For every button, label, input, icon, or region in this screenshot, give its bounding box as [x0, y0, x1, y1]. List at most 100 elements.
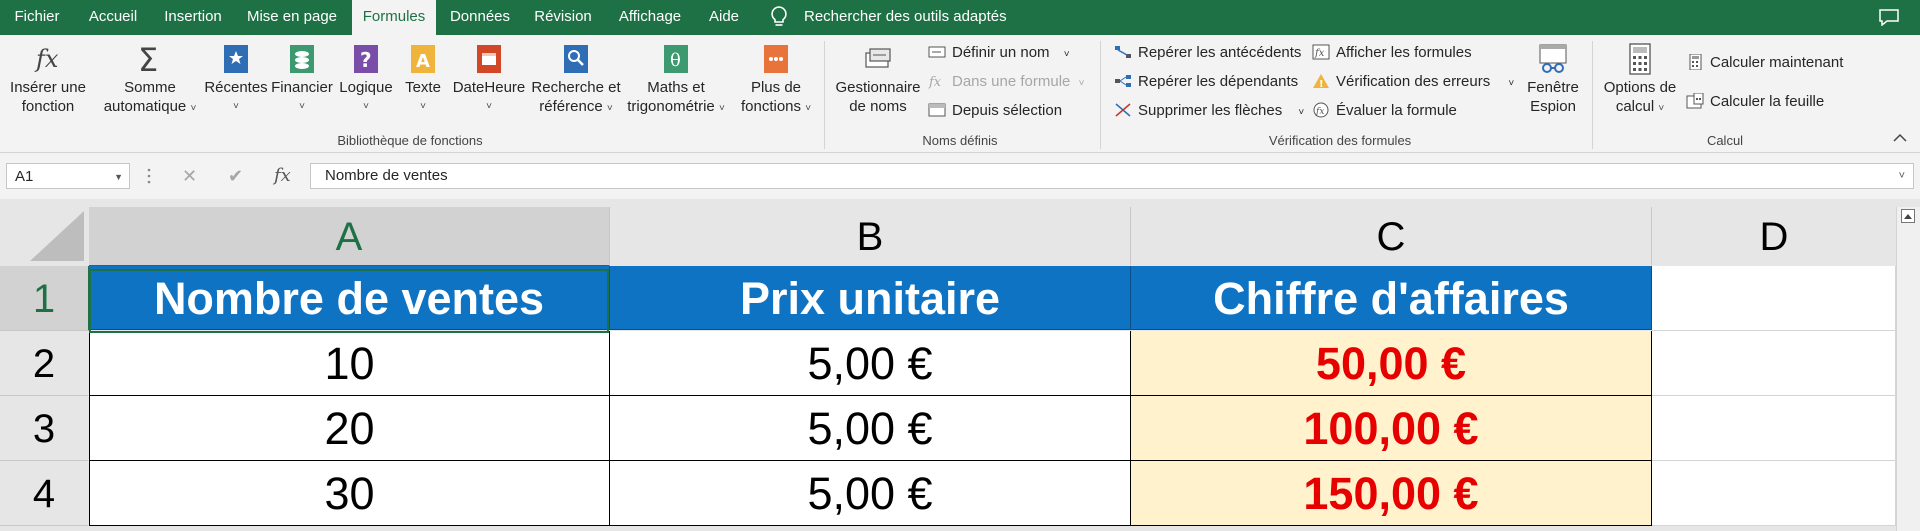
lookup-label-1: Recherche et [531, 79, 621, 96]
calc-options-label-2: calcul [1615, 98, 1655, 115]
svg-text:A: A [416, 51, 430, 72]
calc-now-button[interactable]: Calculer maintenant [1686, 52, 1843, 74]
group-separator [1100, 41, 1101, 149]
cell-d2[interactable] [1652, 331, 1896, 396]
tab-fichier[interactable]: Fichier [6, 0, 68, 35]
cell-a1[interactable]: Nombre de ventes [89, 266, 610, 330]
group-separator [1592, 41, 1593, 149]
define-name-label: Définir un nom [952, 44, 1050, 61]
glasses-icon [1539, 44, 1567, 73]
chevron-down-icon: ˅ [486, 101, 492, 112]
warning-icon: ! [1313, 74, 1329, 89]
chevron-down-icon: ˅ [190, 103, 197, 114]
name-manager-button[interactable]: Gestionnaire de noms [832, 43, 924, 116]
cell-c4[interactable]: 150,00 € [1131, 461, 1652, 526]
cell-b1[interactable]: Prix unitaire [610, 266, 1131, 330]
sigma-icon: Σ [138, 43, 158, 75]
insert-function-button[interactable]: fx Insérer une fonction [6, 43, 90, 116]
cell-b2[interactable]: 5,00 € [610, 331, 1131, 396]
tab-accueil[interactable]: Accueil [80, 0, 146, 35]
tab-mise-en-page[interactable]: Mise en page [240, 0, 344, 35]
watch-window-button[interactable]: Fenêtre Espion [1518, 43, 1588, 116]
text-functions-button[interactable]: A Texte ˅ [398, 43, 448, 116]
financial-functions-button[interactable]: Financier ˅ [270, 43, 334, 116]
cell-a4[interactable]: 30 [89, 461, 610, 526]
trace-precedents-button[interactable]: Repérer les antécédents [1114, 42, 1301, 64]
column-header-a[interactable]: A [89, 207, 610, 267]
svg-text:fx: fx [1315, 107, 1324, 117]
book-text-icon: A [411, 45, 435, 73]
svg-text:fx: fx [34, 45, 59, 73]
name-box[interactable]: A1 ▼ [6, 163, 130, 189]
collapse-ribbon-icon[interactable] [1892, 130, 1908, 146]
name-box-value: A1 [15, 168, 34, 185]
datetime-functions-button[interactable]: DateHeure ˅ [450, 43, 528, 116]
check-icon[interactable]: ✔ [228, 163, 243, 189]
cell-b4[interactable]: 5,00 € [610, 461, 1131, 526]
show-formulas-button[interactable]: fx Afficher les formules [1312, 42, 1472, 64]
evaluate-formula-icon: fx [1313, 102, 1329, 118]
cell-c3[interactable]: 100,00 € [1131, 396, 1652, 461]
calc-sheet-button[interactable]: Calculer la feuille [1686, 91, 1824, 113]
svg-text:!: ! [1319, 79, 1324, 89]
cell-a2[interactable]: 10 [89, 331, 610, 396]
formula-input[interactable]: Nombre de ventes ˅ [310, 163, 1914, 189]
calc-options-button[interactable]: Options de calcul ˅ [1600, 43, 1680, 118]
row-header-3[interactable]: 3 [0, 396, 88, 461]
select-all-corner[interactable] [0, 207, 88, 265]
svg-text:?: ? [360, 48, 372, 72]
formula-buttons: ✕ ✔ fx [170, 163, 308, 189]
tab-formules[interactable]: Formules [352, 0, 436, 37]
chevron-down-icon[interactable]: ˅ [1899, 164, 1905, 188]
row-header-4[interactable]: 4 [0, 461, 88, 526]
cell-c1[interactable]: Chiffre d'affaires [1131, 266, 1652, 330]
cell-d1[interactable] [1652, 266, 1896, 331]
row-header-2[interactable]: 2 [0, 331, 88, 396]
column-header-d[interactable]: D [1652, 207, 1897, 265]
cancel-icon[interactable]: ✕ [182, 163, 197, 189]
cell-c2[interactable]: 50,00 € [1131, 331, 1652, 396]
create-from-selection-button[interactable]: Depuis sélection [928, 100, 1062, 122]
fx-icon: fx [34, 45, 59, 73]
fx-icon[interactable]: fx [274, 163, 291, 189]
column-header-b[interactable]: B [610, 207, 1131, 265]
recent-functions-button[interactable]: Récentes ˅ [204, 43, 268, 116]
tab-aide[interactable]: Aide [700, 0, 748, 35]
chevron-down-icon: ▼ [114, 172, 123, 182]
autosum-button[interactable]: Σ Somme automatique ˅ [98, 43, 202, 118]
insert-function-label-1: Insérer une [10, 79, 86, 96]
select-all-triangle-icon [30, 211, 84, 261]
chevron-down-icon: ˅ [299, 101, 305, 112]
tab-donnees[interactable]: Données [444, 0, 516, 35]
tell-me-search[interactable]: Rechercher des outils adaptés [804, 0, 1007, 34]
math-functions-button[interactable]: θ Maths et trigonométrie ˅ [622, 43, 730, 118]
tab-revision[interactable]: Révision [526, 0, 600, 35]
cell-d3[interactable] [1652, 396, 1896, 461]
drag-handle-icon[interactable] [147, 167, 151, 185]
calc-sheet-label: Calculer la feuille [1710, 93, 1825, 110]
comment-icon[interactable] [1878, 8, 1900, 26]
cell-b3[interactable]: 5,00 € [610, 396, 1131, 461]
error-checking-button[interactable]: ! Vérification des erreurs ˅ [1312, 71, 1514, 93]
evaluate-formula-button[interactable]: fx Évaluer la formule [1312, 100, 1457, 122]
vertical-scrollbar[interactable] [1896, 207, 1920, 531]
calculator-small-icon [1689, 54, 1702, 70]
chevron-down-icon: ˅ [233, 101, 239, 112]
tab-insertion[interactable]: Insertion [156, 0, 230, 35]
tab-affichage[interactable]: Affichage [610, 0, 690, 35]
cell-a3[interactable]: 20 [89, 396, 610, 461]
use-in-formula-label: Dans une formule [952, 73, 1071, 90]
show-formulas-label: Afficher les formules [1336, 44, 1472, 61]
more-functions-button[interactable]: Plus de fonctions ˅ [732, 43, 820, 118]
define-name-button[interactable]: Définir un nom ˅ [928, 42, 1070, 64]
trace-dependents-button[interactable]: Repérer les dépendants [1114, 71, 1298, 93]
use-in-formula-button[interactable]: fx Dans une formule ˅ [928, 71, 1084, 93]
svg-text:θ: θ [670, 50, 681, 71]
lookup-functions-button[interactable]: Recherche et référence ˅ [530, 43, 622, 118]
column-header-c[interactable]: C [1131, 207, 1652, 265]
logical-functions-button[interactable]: ? Logique ˅ [336, 43, 396, 116]
remove-arrows-button[interactable]: Supprimer les flèches ˅ [1114, 100, 1304, 122]
cell-d4[interactable] [1652, 461, 1896, 526]
row-header-1[interactable]: 1 [0, 266, 90, 331]
scroll-up-arrow[interactable] [1901, 209, 1915, 223]
